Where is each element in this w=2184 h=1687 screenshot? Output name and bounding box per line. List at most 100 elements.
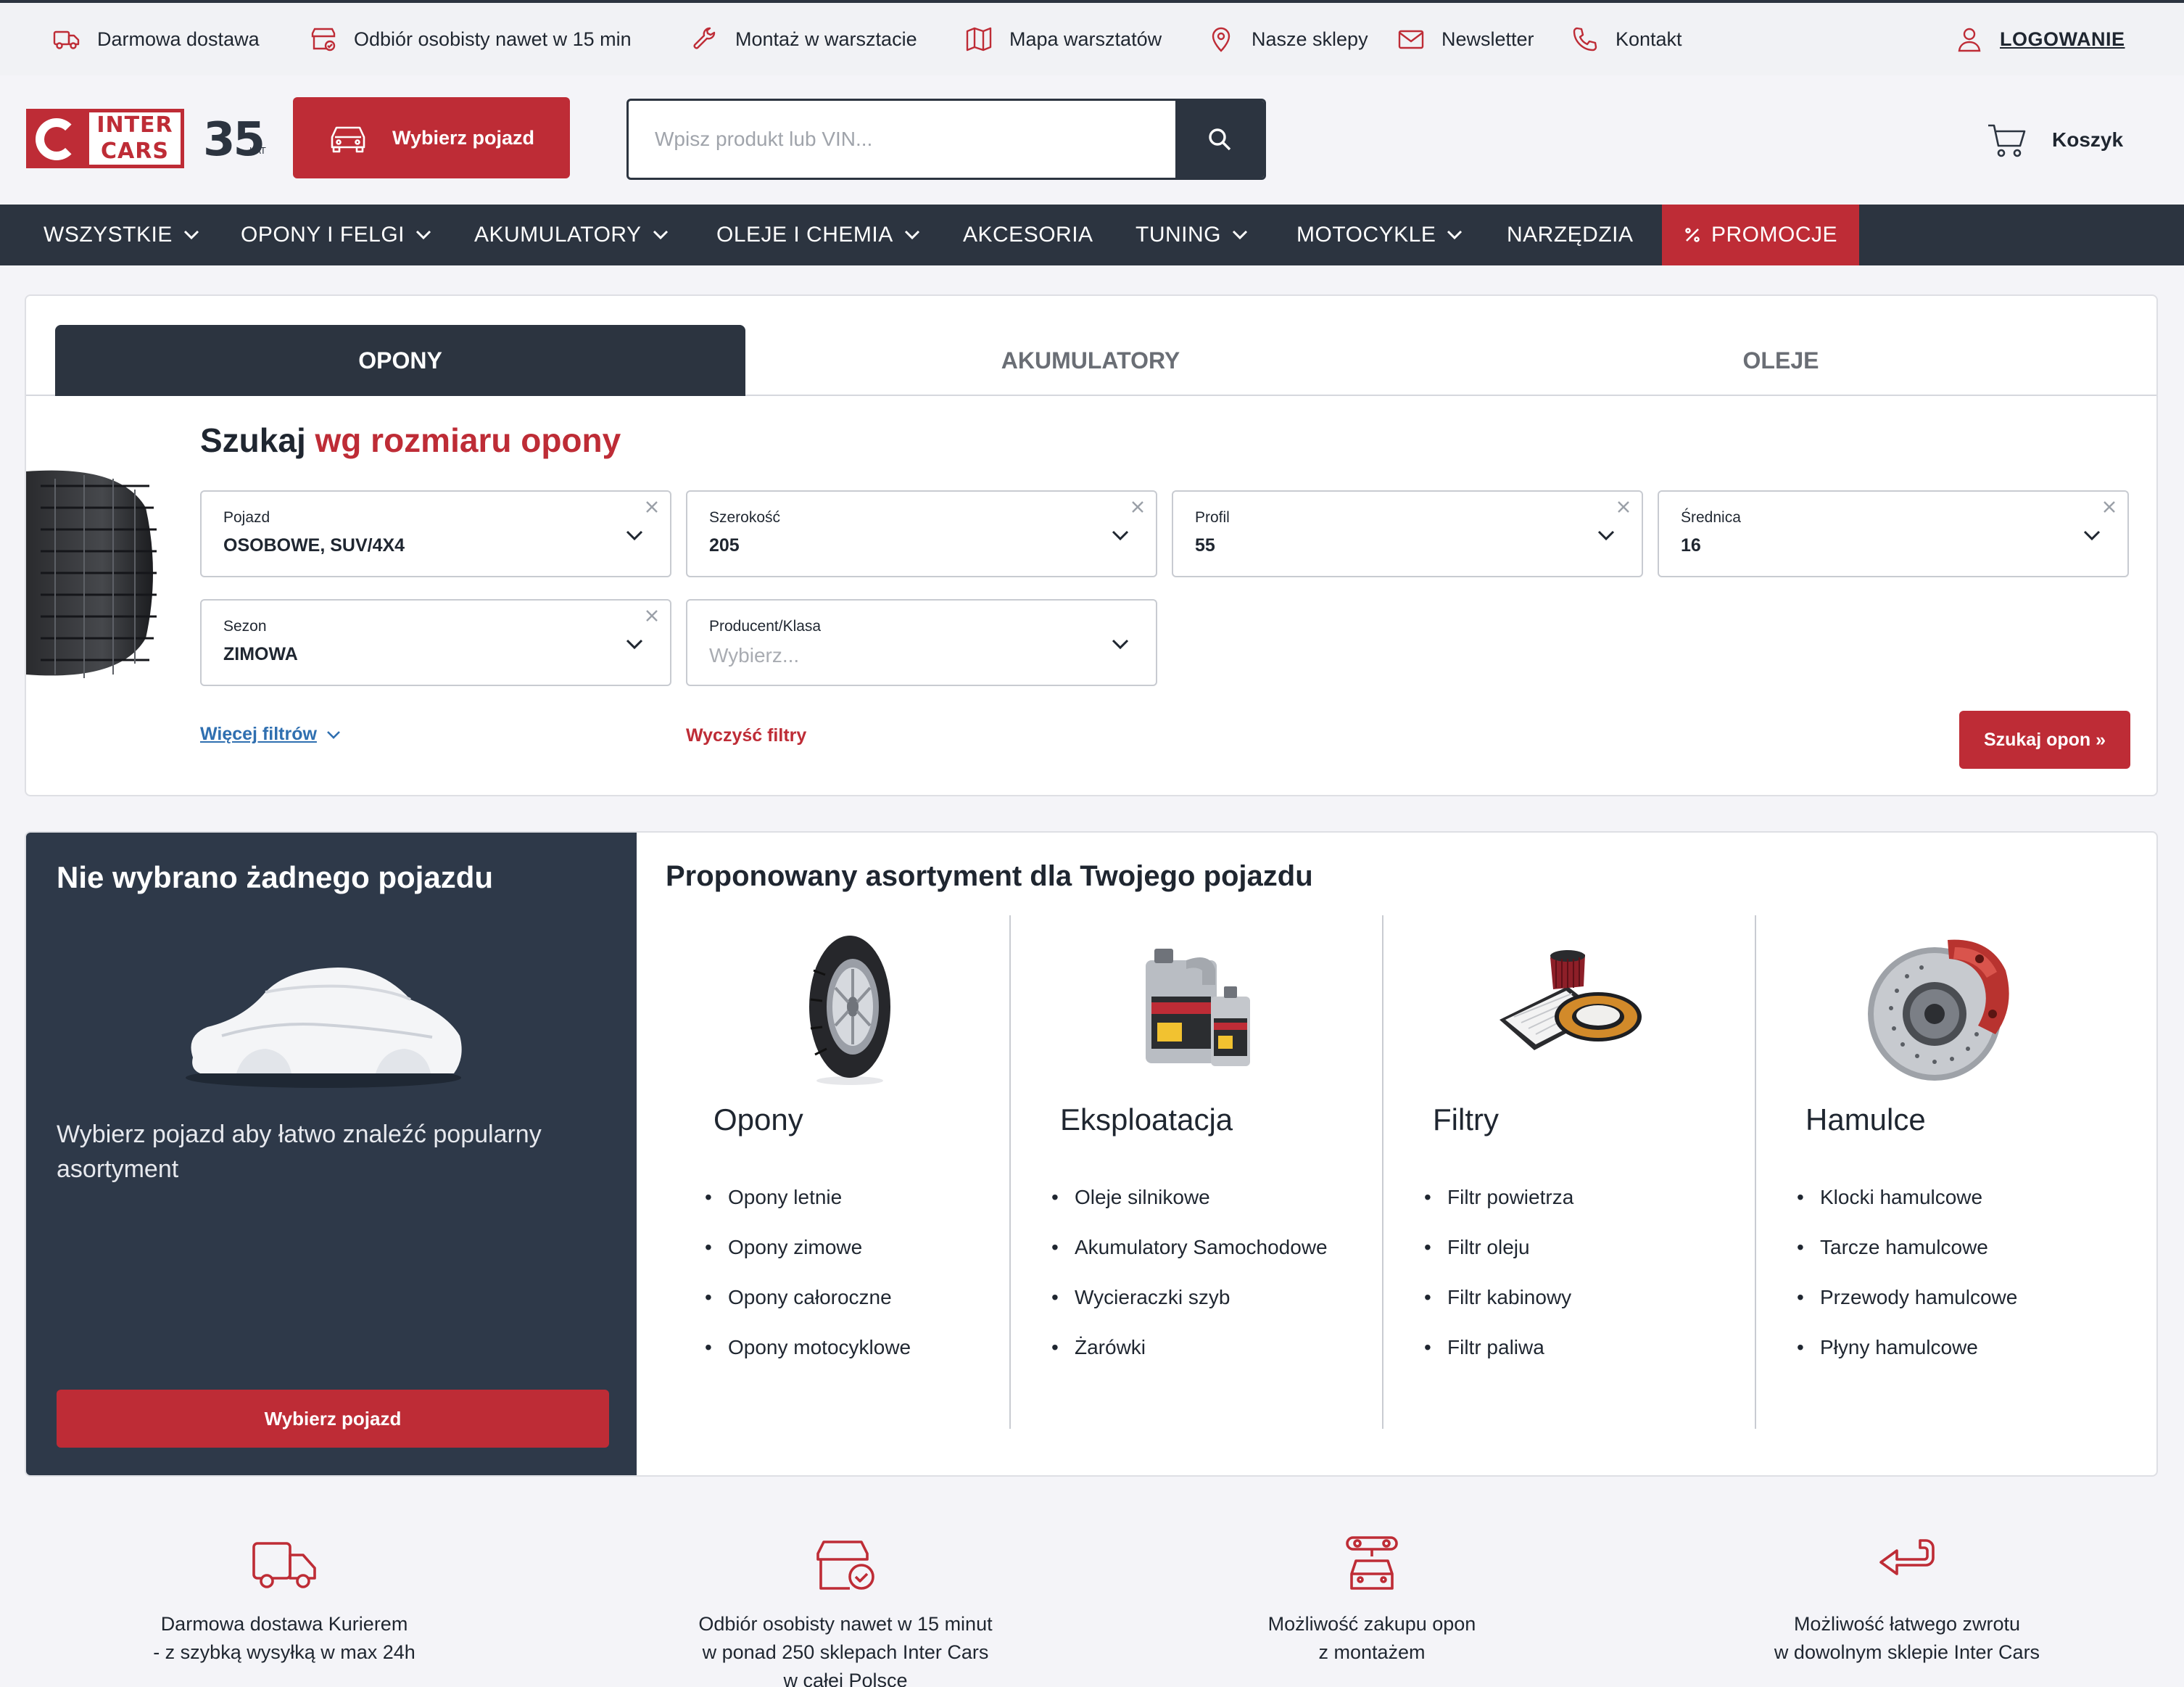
category-link[interactable]: Żarówki: [1051, 1334, 1356, 1361]
manufacturer-class-select[interactable]: Producent/Klasa Wybierz...: [686, 599, 1157, 686]
nav-item-tools[interactable]: NARZĘDZIA: [1507, 205, 1634, 265]
nav-item-label: TUNING: [1136, 223, 1221, 247]
category-link[interactable]: Akumulatory Samochodowe: [1051, 1234, 1356, 1261]
link-newsletter[interactable]: Newsletter: [1397, 3, 1534, 75]
search-button[interactable]: [1175, 101, 1264, 178]
field-value: 55: [1195, 535, 1215, 556]
category-brakes: Hamulce Klocki hamulcowe Tarcze hamulcow…: [1755, 915, 2127, 1429]
choose-vehicle-button[interactable]: Wybierz pojazd: [293, 97, 570, 178]
nav-item-promotions[interactable]: PROMOCJE: [1662, 205, 1860, 265]
category-title[interactable]: Eksploatacja: [1060, 1102, 1233, 1137]
no-vehicle-panel: Nie wybrano żadnego pojazdu Wybierz poja…: [26, 833, 637, 1475]
close-icon[interactable]: [2101, 499, 2117, 515]
choose-vehicle-panel-button[interactable]: Wybierz pojazd: [57, 1390, 609, 1448]
anniversary-badge: 35: [203, 113, 265, 167]
cart-icon: [1988, 124, 2026, 157]
category-link[interactable]: Przewody hamulcowe: [1797, 1284, 2101, 1311]
nav-item-label: AKUMULATORY: [474, 223, 642, 247]
nav-item-tuning[interactable]: TUNING: [1136, 205, 1249, 265]
tab-batteries[interactable]: AKUMULATORY: [745, 325, 1436, 396]
chevron-down-icon: [1597, 530, 1615, 541]
field-label: Profil: [1195, 509, 1230, 526]
close-icon[interactable]: [644, 608, 660, 624]
benefit-line: Odbiór osobisty nawet w 15 minut: [698, 1613, 993, 1635]
benefit-line: - z szybką wysyłką w max 24h: [153, 1641, 415, 1663]
vehicle-type-select[interactable]: Pojazd OSOBOWE, SUV/4X4: [200, 490, 671, 577]
category-link[interactable]: Opony letnie: [705, 1184, 1009, 1211]
cart-link[interactable]: Koszyk: [1987, 122, 2123, 158]
benefit-line: w całej Polsce: [783, 1670, 908, 1687]
benefit-line: Możliwość łatwego zwrotu: [1793, 1613, 2021, 1635]
category-link[interactable]: Klocki hamulcowe: [1797, 1184, 2101, 1211]
category-links: Filtr powietrza Filtr oleju Filtr kabino…: [1424, 1184, 1729, 1384]
category-link[interactable]: Filtr oleju: [1424, 1234, 1729, 1261]
title-part-1: Szukaj: [200, 421, 306, 459]
nav-item-accessories[interactable]: AKCESORIA: [963, 205, 1093, 265]
percent-icon: [1685, 228, 1700, 242]
close-icon[interactable]: [644, 499, 660, 515]
clear-filters-link[interactable]: Wyczyść filtry: [686, 725, 806, 746]
category-link[interactable]: Opony motocyklowe: [705, 1334, 1009, 1361]
truck-icon: [53, 30, 80, 49]
category-title[interactable]: Hamulce: [1805, 1102, 1926, 1137]
more-filters-link[interactable]: Więcej filtrów: [200, 724, 342, 745]
tab-oils[interactable]: OLEJE: [1436, 325, 2126, 396]
assortment-title: Proponowany asortyment dla Twojego pojaz…: [666, 860, 1313, 892]
anniversary-suffix: LAT: [249, 145, 266, 156]
search-tyres-button[interactable]: Szukaj opon »: [1959, 711, 2130, 769]
nav-item-all[interactable]: WSZYSTKIE: [44, 205, 200, 265]
benefit-free-delivery: Darmowa dostawa Kurierem - z szybką wysy…: [67, 1535, 502, 1667]
covered-car-image: [186, 968, 462, 1088]
season-select[interactable]: Sezon ZIMOWA: [200, 599, 671, 686]
category-link[interactable]: Wycieraczki szyb: [1051, 1284, 1356, 1311]
login-link[interactable]: LOGOWANIE: [1955, 3, 2125, 75]
store-check-icon: [311, 28, 336, 51]
top-utility-bar: Darmowa dostawa Odbiór osobisty nawet w …: [0, 0, 2184, 75]
category-link[interactable]: Płyny hamulcowe: [1797, 1334, 2101, 1361]
car-icon: [331, 126, 365, 153]
nav-item-label: PROMOCJE: [1711, 223, 1838, 247]
link-pickup[interactable]: Odbiór osobisty nawet w 15 min: [309, 3, 632, 75]
inter-cars-logo[interactable]: INTER CARS: [26, 109, 184, 168]
nav-item-motorcycles[interactable]: MOTOCYKLE: [1296, 205, 1463, 265]
main-navigation: WSZYSTKIE OPONY I FELGI AKUMULATORY OLEJ…: [0, 205, 2184, 265]
category-link[interactable]: Opony całoroczne: [705, 1284, 1009, 1311]
link-workshop-map[interactable]: Mapa warsztatów: [964, 3, 1162, 75]
category-link[interactable]: Oleje silnikowe: [1051, 1184, 1356, 1211]
profile-select[interactable]: Profil 55: [1172, 490, 1643, 577]
search-bar: [626, 99, 1266, 180]
close-icon[interactable]: [1130, 499, 1146, 515]
nav-item-batteries[interactable]: AKUMULATORY: [474, 205, 669, 265]
chevron-down-icon: [626, 639, 643, 650]
width-select[interactable]: Szerokość 205: [686, 490, 1157, 577]
oil-product-image: [1146, 949, 1250, 1066]
category-title[interactable]: Filtry: [1433, 1102, 1499, 1137]
nav-item-label: AKCESORIA: [963, 223, 1093, 247]
category-maintenance: Eksploatacja Oleje silnikowe Akumulatory…: [1009, 915, 1382, 1429]
logo-text-inter: INTER: [96, 112, 173, 138]
category-title[interactable]: Opony: [713, 1102, 803, 1137]
close-icon[interactable]: [1616, 499, 1631, 515]
field-value: OSOBOWE, SUV/4X4: [223, 535, 405, 556]
link-our-stores[interactable]: Nasze sklepy: [1207, 3, 1368, 75]
nav-item-label: MOTOCYKLE: [1296, 223, 1436, 247]
category-link[interactable]: Filtr powietrza: [1424, 1184, 1729, 1211]
category-link[interactable]: Filtr paliwa: [1424, 1334, 1729, 1361]
category-link[interactable]: Tarcze hamulcowe: [1797, 1234, 2101, 1261]
category-links: Opony letnie Opony zimowe Opony całorocz…: [705, 1184, 1009, 1384]
link-contact[interactable]: Kontakt: [1571, 3, 1682, 75]
nav-item-label: NARZĘDZIA: [1507, 223, 1634, 247]
nav-item-label: OPONY I FELGI: [241, 223, 405, 247]
chevron-down-icon: [415, 230, 431, 240]
category-link[interactable]: Opony zimowe: [705, 1234, 1009, 1261]
tab-tyres[interactable]: OPONY: [55, 325, 745, 396]
tyre-product-image: [809, 936, 890, 1085]
link-free-delivery[interactable]: Darmowa dostawa: [52, 3, 260, 75]
nav-item-oils-chemicals[interactable]: OLEJE I CHEMIA: [716, 205, 921, 265]
chevron-down-icon: [653, 230, 668, 240]
diameter-select[interactable]: Średnica 16: [1658, 490, 2129, 577]
search-input[interactable]: [655, 101, 1162, 178]
link-workshop-mount[interactable]: Montaż w warsztacie: [690, 3, 917, 75]
nav-item-tyres-rims[interactable]: OPONY I FELGI: [241, 205, 432, 265]
category-link[interactable]: Filtr kabinowy: [1424, 1284, 1729, 1311]
